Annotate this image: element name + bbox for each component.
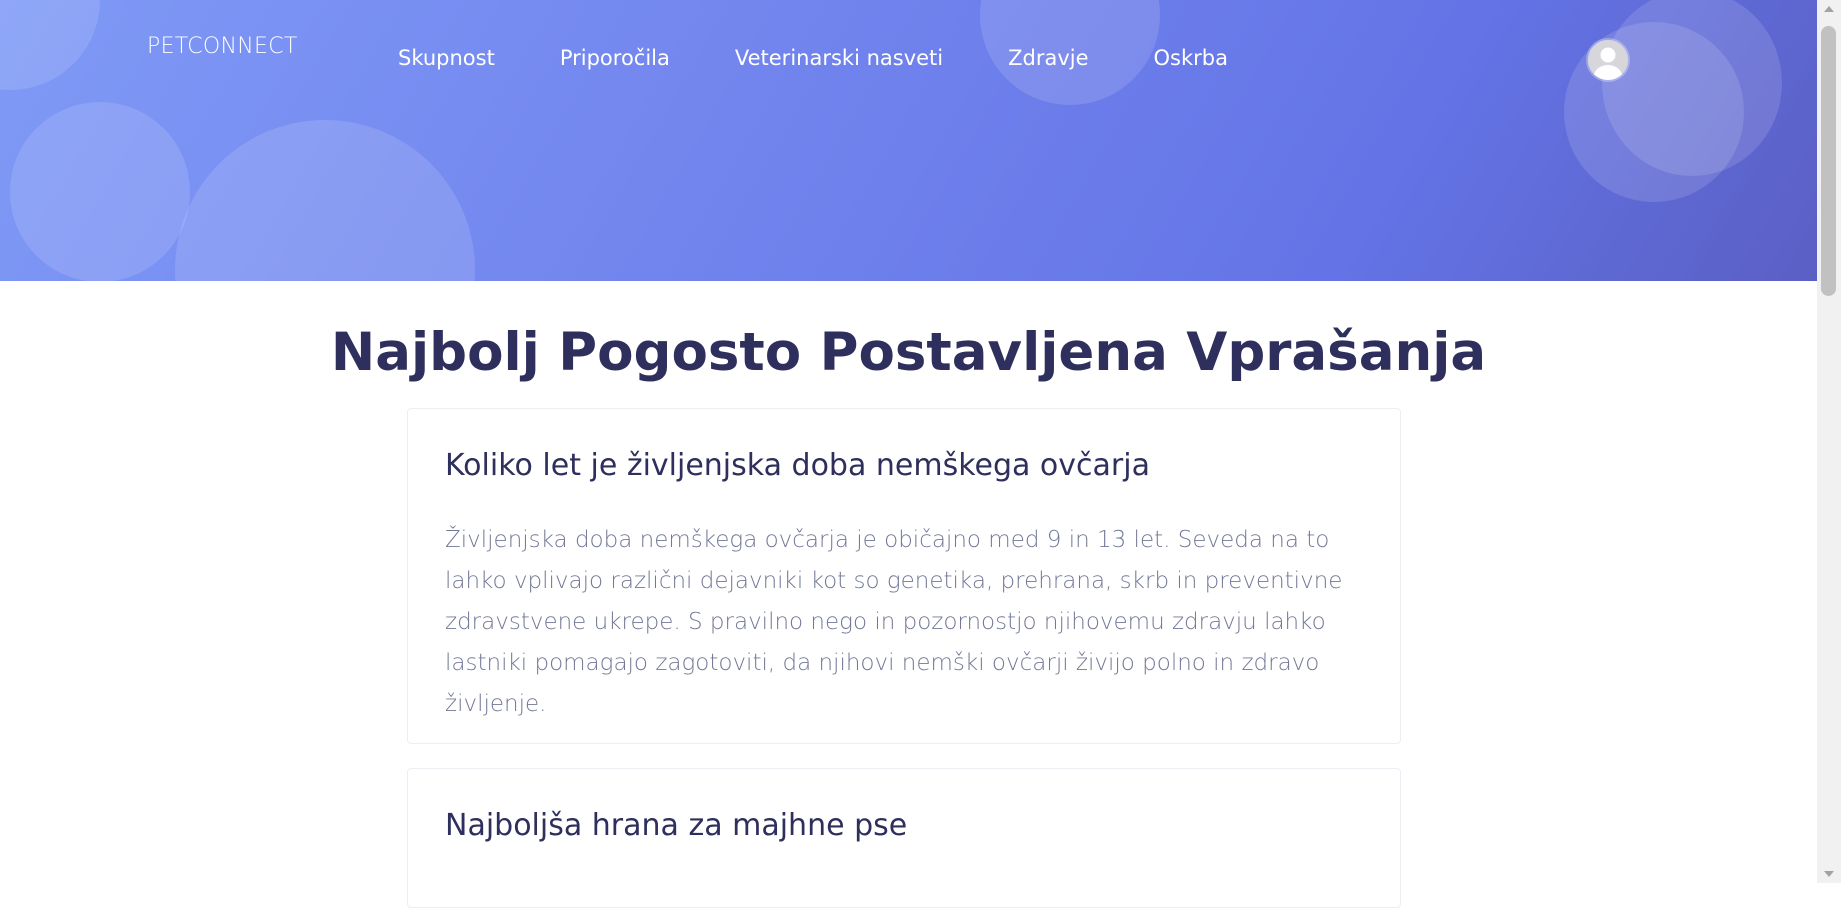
- scroll-down-arrow-icon[interactable]: [1824, 871, 1834, 877]
- decorative-bubble: [1602, 0, 1782, 176]
- nav-item-veterinarski-nasveti[interactable]: Veterinarski nasveti: [735, 46, 943, 70]
- brand-logo[interactable]: PETCONNECT: [147, 34, 298, 59]
- faq-question[interactable]: Najboljša hrana za majhne pse: [445, 808, 907, 843]
- user-silhouette-icon: [1588, 40, 1628, 80]
- faq-question[interactable]: Koliko let je življenjska doba nemškega …: [445, 448, 1150, 483]
- faq-card: Najboljša hrana za majhne pse: [407, 768, 1401, 908]
- decorative-bubble: [175, 120, 475, 281]
- faq-card: Koliko let je življenjska doba nemškega …: [407, 408, 1401, 744]
- hero-header: PETCONNECT Skupnost Priporočila Veterina…: [0, 0, 1817, 281]
- scroll-up-arrow-icon[interactable]: [1824, 6, 1834, 12]
- decorative-bubble: [10, 102, 190, 281]
- nav-item-oskrba[interactable]: Oskrba: [1154, 46, 1228, 70]
- user-avatar-icon[interactable]: [1588, 40, 1628, 80]
- page-title: Najbolj Pogosto Postavljena Vprašanja: [330, 322, 1487, 383]
- decorative-bubble: [0, 0, 100, 90]
- vertical-scrollbar[interactable]: [1817, 0, 1841, 883]
- faq-answer: Življenjska doba nemškega ovčarja je obi…: [445, 527, 1343, 717]
- nav-item-skupnost[interactable]: Skupnost: [398, 46, 495, 70]
- nav-item-priporocila[interactable]: Priporočila: [560, 46, 670, 70]
- main-nav: Skupnost Priporočila Veterinarski nasvet…: [398, 46, 1293, 70]
- nav-item-zdravje[interactable]: Zdravje: [1008, 46, 1088, 70]
- scrollbar-thumb[interactable]: [1821, 26, 1836, 296]
